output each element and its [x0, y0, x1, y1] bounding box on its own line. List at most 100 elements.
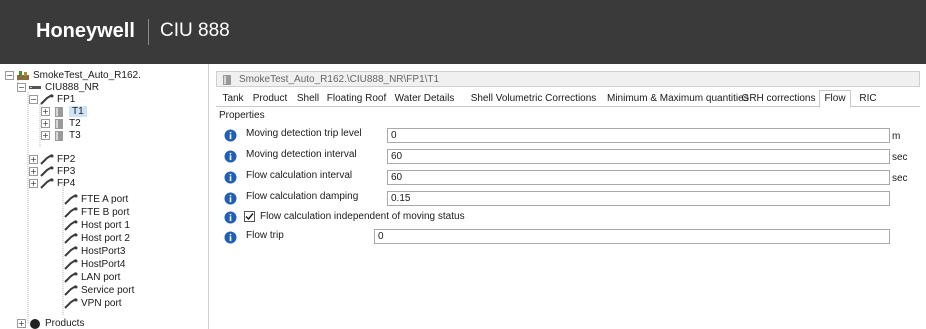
- header-divider: [148, 19, 149, 45]
- property-label: Flow trip: [246, 230, 284, 241]
- tree-node-port[interactable]: Host port 1: [64, 219, 130, 231]
- checkbox-label: Flow calculation independent of moving s…: [260, 211, 465, 222]
- collapse-icon[interactable]: −: [5, 70, 14, 80]
- checkmark-icon: [245, 213, 254, 221]
- field-port-icon: [40, 165, 54, 177]
- tank-icon: [55, 130, 63, 141]
- tree-node-label: HostPort3: [81, 245, 126, 257]
- tree-node-ciu[interactable]: − CIU888_NR: [17, 81, 99, 93]
- tab-min-max-quantities[interactable]: Minimum & Maximum quantities: [607, 92, 749, 107]
- tree-node-products[interactable]: + Products: [17, 317, 84, 329]
- breadcrumb: SmokeTest_Auto_R162.\CIU888_NR\FP1\T1: [216, 71, 920, 87]
- detail-panel: SmokeTest_Auto_R162.\CIU888_NR\FP1\T1 Ta…: [210, 64, 926, 329]
- tree-node-label: Host port 1: [81, 219, 130, 231]
- tree-node-fp3[interactable]: + FP3: [29, 165, 75, 177]
- info-icon[interactable]: [224, 231, 237, 244]
- field-port-icon: [40, 153, 54, 165]
- property-label: Flow calculation damping: [246, 191, 359, 202]
- expand-icon[interactable]: +: [29, 178, 38, 188]
- port-icon: [64, 206, 78, 218]
- tree-node-label: FTE B port: [81, 206, 130, 218]
- tab-bar: Tank Product Shell Floating Roof Water D…: [216, 90, 920, 108]
- breadcrumb-path: SmokeTest_Auto_R162.\CIU888_NR\FP1\T1: [239, 73, 440, 85]
- tree-node-label: HostPort4: [81, 258, 126, 270]
- tree-node-fp2[interactable]: + FP2: [29, 153, 75, 165]
- tree-node-fp4[interactable]: + FP4: [29, 177, 75, 189]
- tree-node-port[interactable]: Service port: [64, 284, 134, 296]
- expand-icon[interactable]: +: [41, 106, 50, 116]
- tree-node-fp1[interactable]: − FP1: [29, 93, 75, 105]
- tree-node-root[interactable]: − SmokeTest_Auto_R162.: [5, 69, 141, 81]
- expand-icon[interactable]: +: [29, 166, 38, 176]
- tree-node-label: VPN port: [81, 297, 122, 309]
- expand-icon[interactable]: +: [17, 318, 26, 328]
- port-icon: [64, 219, 78, 231]
- property-label: Moving detection trip level: [246, 128, 362, 139]
- app-header: Honeywell CIU 888: [0, 0, 926, 64]
- tab-shell-volumetric-corrections[interactable]: Shell Volumetric Corrections: [460, 92, 607, 107]
- tree-node-port[interactable]: Host port 2: [64, 232, 130, 244]
- tree-node-label: LAN port: [81, 271, 121, 283]
- expand-icon[interactable]: +: [29, 154, 38, 164]
- products-icon: [30, 318, 40, 329]
- moving-detection-trip-level-input[interactable]: 0: [387, 128, 890, 143]
- collapse-icon[interactable]: −: [17, 82, 26, 92]
- tank-icon: [223, 74, 231, 85]
- port-icon: [64, 245, 78, 257]
- product-name: CIU 888: [160, 20, 230, 41]
- tab-shell[interactable]: Shell: [292, 92, 324, 107]
- tree-node-port[interactable]: FTE A port: [64, 193, 128, 205]
- tree-node-port[interactable]: HostPort4: [64, 258, 125, 270]
- flow-trip-input[interactable]: 0: [374, 229, 890, 244]
- info-icon[interactable]: [224, 129, 237, 142]
- port-icon: [64, 258, 78, 270]
- tree-node-label: T2: [69, 117, 81, 129]
- field-port-icon: [40, 93, 54, 105]
- flow-calculation-damping-input[interactable]: 0.15: [387, 191, 890, 206]
- tab-tank[interactable]: Tank: [218, 92, 248, 107]
- tab-water-details[interactable]: Water Details: [389, 92, 460, 107]
- tank-icon: [55, 106, 63, 117]
- expand-icon[interactable]: +: [41, 130, 50, 140]
- navigation-tree: − SmokeTest_Auto_R162. − CIU888_NR − FP1…: [0, 64, 209, 329]
- info-icon[interactable]: [224, 150, 237, 163]
- tab-ric[interactable]: RIC: [853, 92, 883, 107]
- tree-node-label: FP4: [57, 177, 76, 189]
- tree-node-label: FP1: [57, 93, 76, 105]
- tree-node-port[interactable]: FTE B port: [64, 206, 129, 218]
- tank-icon: [55, 118, 63, 129]
- tree-node-label: Service port: [81, 284, 135, 296]
- info-icon[interactable]: [224, 211, 237, 224]
- tree-node-port[interactable]: HostPort3: [64, 245, 125, 257]
- unit-label: sec: [892, 152, 908, 163]
- port-icon: [64, 297, 78, 309]
- tree-node-t1[interactable]: + T1: [41, 105, 87, 117]
- tab-flow[interactable]: Flow: [819, 90, 851, 108]
- collapse-icon[interactable]: −: [29, 94, 38, 104]
- properties-heading: Properties: [219, 110, 265, 121]
- tree-node-label: FP3: [57, 165, 76, 177]
- tree-node-t2[interactable]: + T2: [41, 117, 81, 129]
- flow-calculation-interval-input[interactable]: 60: [387, 170, 890, 185]
- tree-node-t3[interactable]: + T3: [41, 129, 81, 141]
- info-icon[interactable]: [224, 171, 237, 184]
- unit-label: sec: [892, 173, 908, 184]
- tab-product[interactable]: Product: [248, 92, 292, 107]
- tab-grh-corrections[interactable]: GRH corrections: [740, 92, 817, 107]
- port-icon: [64, 271, 78, 283]
- unit-label: m: [892, 131, 901, 142]
- tree-node-label: SmokeTest_Auto_R162.: [33, 69, 141, 81]
- tree-node-label: T1: [69, 105, 87, 117]
- tree-node-port[interactable]: LAN port: [64, 271, 120, 283]
- info-icon[interactable]: [224, 192, 237, 205]
- device-icon: [29, 85, 41, 89]
- expand-icon[interactable]: +: [41, 118, 50, 128]
- moving-detection-interval-input[interactable]: 60: [387, 149, 890, 164]
- tree-node-label: FP2: [57, 153, 76, 165]
- property-label: Moving detection interval: [246, 149, 357, 160]
- flow-independent-checkbox[interactable]: [244, 211, 255, 222]
- port-icon: [64, 284, 78, 296]
- port-icon: [64, 232, 78, 244]
- tab-floating-roof[interactable]: Floating Roof: [324, 92, 389, 107]
- tree-node-port[interactable]: VPN port: [64, 297, 122, 309]
